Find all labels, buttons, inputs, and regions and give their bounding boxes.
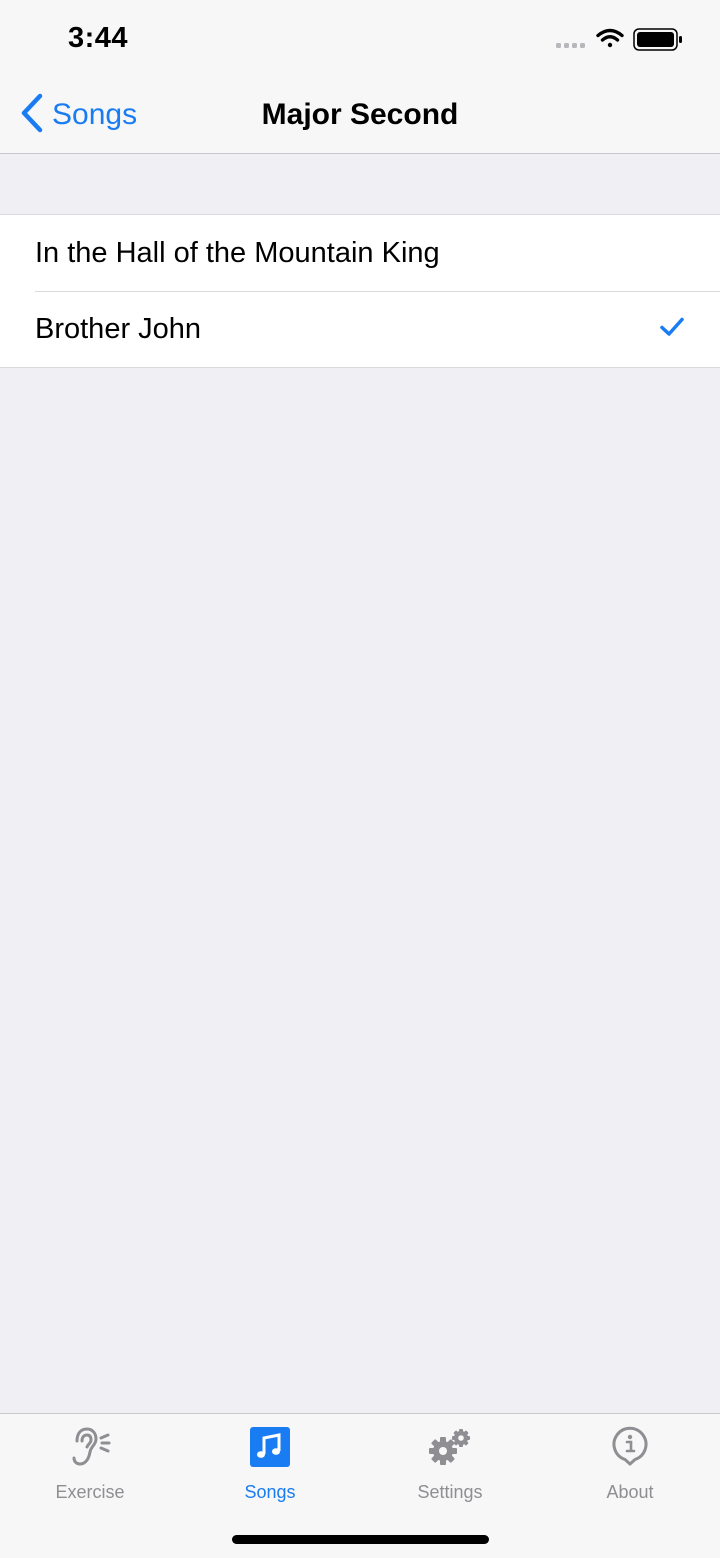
tab-songs[interactable]: Songs	[180, 1414, 360, 1514]
info-icon	[610, 1426, 650, 1468]
status-bar: 3:44	[0, 0, 720, 76]
song-row[interactable]: Brother John	[0, 291, 720, 367]
tab-label: Songs	[244, 1482, 296, 1502]
home-indicator[interactable]	[232, 1535, 489, 1544]
page-title: Major Second	[261, 98, 459, 131]
battery-icon	[633, 28, 682, 51]
status-time: 3:44	[68, 22, 129, 54]
song-list: In the Hall of the Mountain King Brother…	[0, 214, 720, 368]
gears-icon	[427, 1426, 473, 1468]
checkmark-icon	[660, 317, 684, 342]
ear-icon	[68, 1426, 112, 1468]
song-row[interactable]: In the Hall of the Mountain King	[0, 215, 720, 291]
music-note-icon	[250, 1426, 290, 1468]
tab-settings[interactable]: Settings	[360, 1414, 540, 1514]
song-title: In the Hall of the Mountain King	[35, 236, 440, 269]
tab-label: Exercise	[55, 1482, 125, 1502]
wifi-icon	[596, 28, 624, 48]
signal-dots-icon	[556, 43, 585, 48]
status-icons	[554, 26, 684, 54]
tab-about[interactable]: About	[540, 1414, 720, 1514]
tab-label: About	[606, 1482, 654, 1502]
song-title: Brother John	[35, 312, 202, 345]
tab-exercise[interactable]: Exercise	[0, 1414, 180, 1514]
tab-label: Settings	[417, 1482, 483, 1502]
navigation-bar: Songs Major Second	[0, 76, 720, 154]
